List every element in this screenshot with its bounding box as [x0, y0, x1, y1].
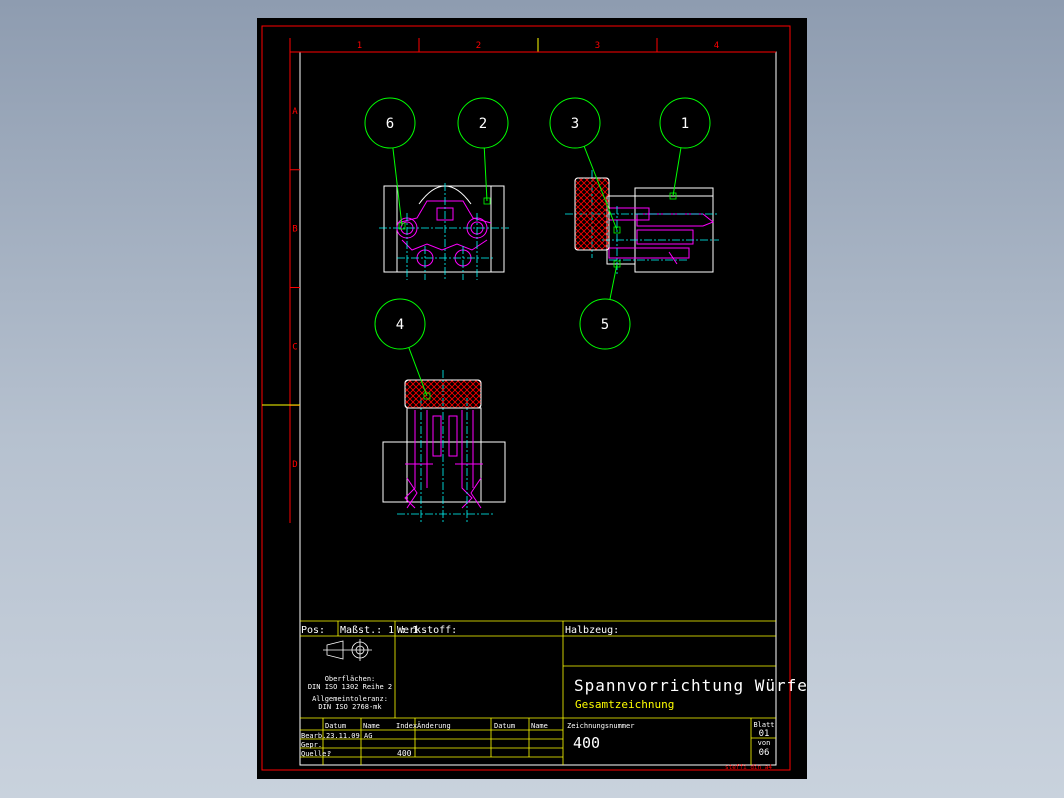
- tolerance-value: DIN ISO 2768-mk: [318, 703, 382, 711]
- drawing-title: Spannvorrichtung Würfel: [574, 676, 807, 695]
- drawing-number-label: Zeichnungsnummer: [567, 722, 634, 730]
- index-value: 400: [397, 749, 412, 758]
- col-datum-2: Datum: [494, 722, 515, 730]
- row-label-B: B: [292, 225, 297, 235]
- bearb-name: AG: [364, 732, 372, 740]
- balloon-number: 1: [681, 116, 689, 132]
- drawing-sheet: 1 2 3 4 A B C D 6 2 3 1 4 5 Pos: Maßst.: 1: 1 …: [257, 18, 818, 779]
- balloon-number: 5: [601, 317, 609, 333]
- column-label-4: 4: [714, 41, 719, 51]
- bottom-knob-section: [404, 379, 482, 409]
- column-label-1: 1: [357, 41, 362, 51]
- drawing-number: 400: [573, 734, 600, 752]
- sheet-number: 01: [759, 729, 770, 739]
- row-label-C: C: [292, 342, 297, 352]
- col-index: Index: [396, 722, 417, 730]
- column-label-3: 3: [595, 41, 600, 51]
- semi-finished-label: Halbzeug:: [565, 625, 619, 636]
- file-tag: steffi_din_a4: [725, 764, 772, 771]
- cad-drawing: 1 2 3 4 A B C D 6 2 3 14 5 Pos: Maßst.: 1: …: [257, 18, 818, 779]
- balloon-number: 3: [571, 116, 579, 132]
- col-change: Änderung: [417, 721, 451, 730]
- surface-label: Oberflächen:: [325, 675, 376, 683]
- row-label-D: D: [292, 460, 297, 470]
- row-label-A: A: [292, 107, 298, 117]
- surface-value: DIN ISO 1302 Reihe 2: [308, 683, 392, 691]
- column-label-2: 2: [476, 41, 481, 51]
- tolerance-label: Allgemeintoleranz:: [312, 695, 388, 703]
- side-knob-section: [574, 177, 610, 251]
- sheet-background: [257, 18, 807, 779]
- material-label: Werkstoff:: [397, 625, 457, 636]
- row-bearb: Bearb.: [301, 732, 326, 740]
- col-datum: Datum: [325, 722, 346, 730]
- balloon-number: 4: [396, 317, 404, 333]
- col-name-2: Name: [531, 722, 548, 730]
- balloon-number: 2: [479, 116, 487, 132]
- drawing-subtitle: Gesamtzeichnung: [575, 698, 674, 711]
- row-gepr: Gepr.: [301, 741, 322, 749]
- sheet-label: Blatt: [753, 721, 774, 729]
- balloon-number: 6: [386, 116, 394, 132]
- col-name: Name: [363, 722, 380, 730]
- quelle-value: ?: [327, 750, 331, 758]
- of-label: von: [758, 739, 771, 747]
- bearb-date: 23.11.09: [326, 732, 360, 740]
- pos-label: Pos:: [301, 625, 325, 636]
- sheet-total: 06: [759, 748, 770, 758]
